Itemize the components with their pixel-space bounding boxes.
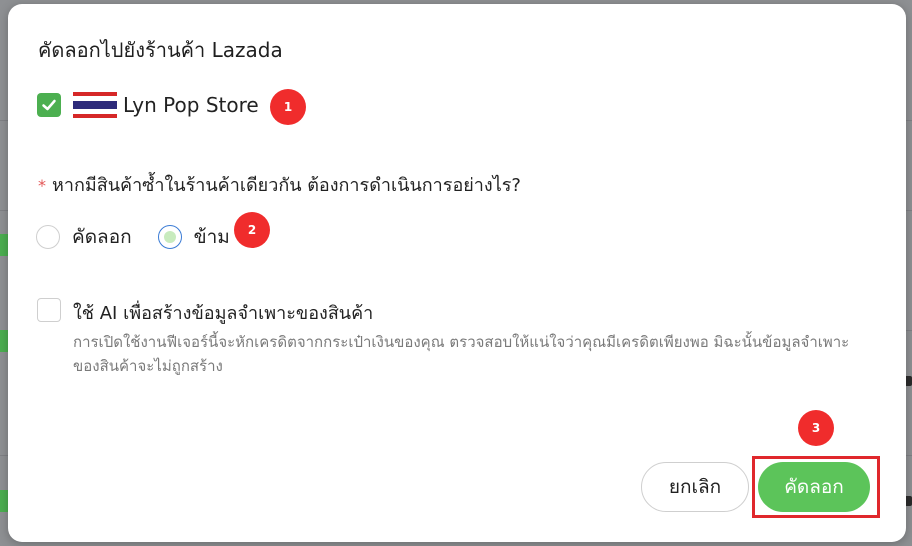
ai-spec-label[interactable]: ใช้ AI เพื่อสร้างข้อมูลจำเพาะของสินค้า <box>73 298 373 327</box>
background-checkbox <box>0 234 8 256</box>
radio-selected-dot <box>163 231 176 243</box>
store-row[interactable]: Lyn Pop Store <box>37 92 259 118</box>
store-name: Lyn Pop Store <box>123 93 259 117</box>
thailand-flag-icon <box>73 92 117 118</box>
annotation-badge-2: 2 <box>234 212 270 248</box>
annotation-badge-3: 3 <box>798 410 834 446</box>
radio-skip-label[interactable]: ข้าม <box>194 222 230 252</box>
copy-button[interactable]: คัดลอก <box>758 462 870 512</box>
duplicate-options: คัดลอก ข้าม <box>36 222 230 252</box>
checkmark-icon <box>42 99 56 111</box>
radio-copy[interactable] <box>36 225 60 249</box>
radio-copy-label[interactable]: คัดลอก <box>72 222 132 252</box>
question-text: หากมีสินค้าซ้ำในร้านค้าเดียวกัน ต้องการด… <box>52 175 521 196</box>
duplicate-question: * หากมีสินค้าซ้ำในร้านค้าเดียวกัน ต้องการ… <box>38 170 521 199</box>
annotation-badge-1: 1 <box>270 89 306 125</box>
radio-skip[interactable] <box>157 225 182 249</box>
background-checkbox <box>0 490 8 512</box>
store-checkbox[interactable] <box>37 93 61 117</box>
required-mark: * <box>38 176 46 195</box>
copy-to-lazada-dialog: คัดลอกไปยังร้านค้า Lazada Lyn Pop Store … <box>8 4 906 542</box>
background-checkbox <box>0 330 8 352</box>
dialog-title: คัดลอกไปยังร้านค้า Lazada <box>38 38 283 62</box>
ai-spec-description: การเปิดใช้งานฟีเจอร์นี้จะหักเครดิตจากกระ… <box>73 333 850 375</box>
ai-spec-checkbox[interactable] <box>37 298 61 322</box>
cancel-button[interactable]: ยกเลิก <box>641 462 749 512</box>
